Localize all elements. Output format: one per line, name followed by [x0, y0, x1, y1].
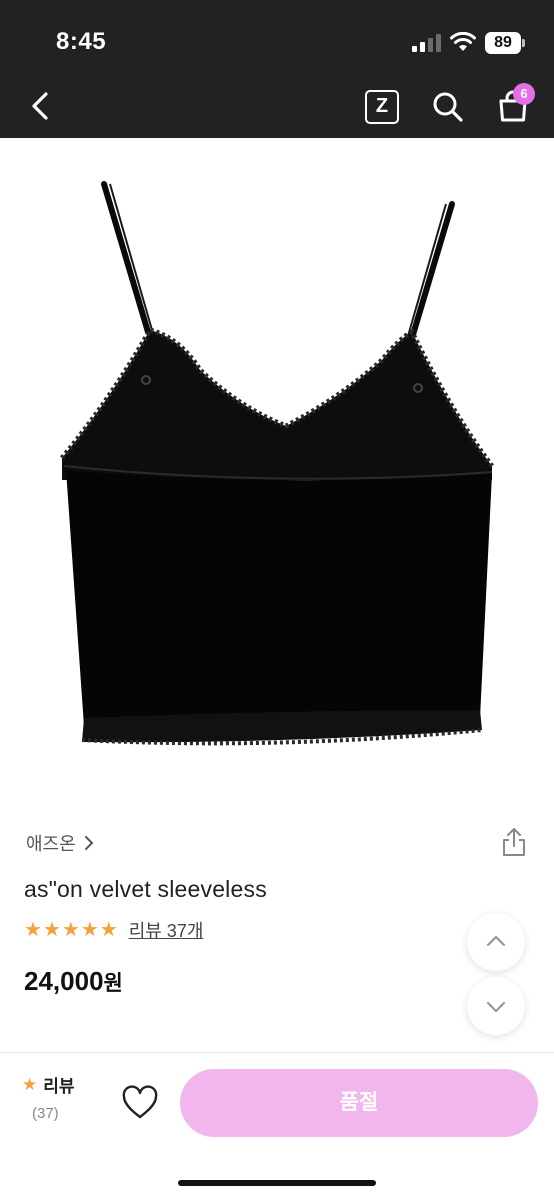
rating-row: ★ ★ ★ ★ ★ 리뷰 37개: [24, 917, 203, 943]
product-image[interactable]: [40, 170, 514, 760]
home-indicator: [178, 1180, 376, 1186]
heart-icon[interactable]: [120, 1085, 160, 1121]
review-summary-label-row: ★ 리뷰: [22, 1072, 92, 1097]
star-icon: ★: [80, 919, 99, 941]
brand-name: 애즈온: [26, 834, 76, 854]
rating-stars: ★ ★ ★ ★ ★: [24, 919, 119, 941]
battery-level: 89: [485, 32, 521, 54]
chevron-up-icon: [486, 935, 506, 947]
chevron-down-icon: [486, 1001, 506, 1013]
star-icon: ★: [61, 919, 80, 941]
price-amount: 24,000: [24, 966, 104, 996]
star-icon: ★: [99, 919, 118, 941]
cellular-signal-icon: [412, 34, 441, 52]
star-icon: ★: [24, 919, 42, 941]
status-time: 8:45: [56, 28, 107, 55]
review-summary[interactable]: ★ 리뷰 (37): [22, 1072, 92, 1123]
brand-link[interactable]: 애즈온: [26, 830, 96, 856]
product-price: 24,000원: [24, 966, 123, 997]
top-bar: 8:45 89 Z 6: [0, 0, 554, 138]
product-title: as"on velvet sleeveless: [24, 876, 267, 902]
sold-out-button[interactable]: 품절: [180, 1069, 538, 1137]
back-icon[interactable]: [26, 88, 56, 124]
star-icon: ★: [42, 919, 61, 941]
search-icon[interactable]: [430, 89, 466, 125]
cart-count-badge: 6: [513, 83, 535, 105]
chevron-right-icon: [84, 836, 94, 850]
star-icon: ★: [22, 1074, 38, 1094]
scroll-down-button[interactable]: [467, 977, 525, 1035]
review-summary-label: 리뷰: [43, 1077, 75, 1096]
battery-cap: [522, 39, 525, 47]
price-unit: 원: [103, 972, 123, 995]
review-summary-count: (37): [32, 1105, 59, 1122]
wifi-icon: [450, 32, 476, 51]
share-icon[interactable]: [500, 826, 528, 858]
review-count-link[interactable]: 리뷰 37개: [129, 917, 204, 943]
battery-indicator: 89: [485, 32, 525, 54]
z-icon[interactable]: Z: [365, 90, 399, 124]
scroll-up-button[interactable]: [467, 913, 525, 971]
